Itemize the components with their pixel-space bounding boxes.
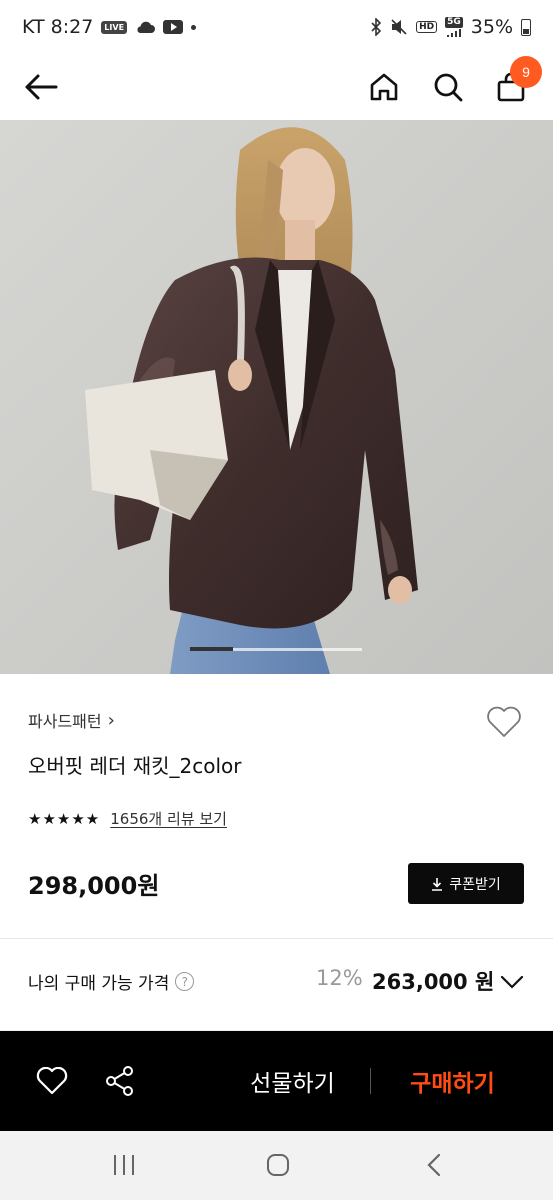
- heart-icon: [487, 706, 521, 737]
- share-icon: [106, 1066, 133, 1096]
- wishlist-button[interactable]: [484, 702, 524, 742]
- product-price: 298,000원: [28, 872, 160, 900]
- bluetooth-icon: [370, 18, 382, 36]
- chevron-down-icon: [500, 975, 524, 989]
- discount-rate: 12%: [316, 966, 363, 990]
- notification-dot-icon: [191, 24, 197, 30]
- my-price-label: 나의 구매 가능 가격 ?: [28, 969, 195, 994]
- search-button[interactable]: [423, 62, 473, 112]
- product-photo: [0, 120, 553, 674]
- search-icon: [434, 73, 463, 102]
- status-bar: KT 8:27 LIVE HD 5G 35%: [0, 0, 553, 54]
- app-header: 9: [0, 54, 553, 120]
- my-price-value: 263,000 원: [372, 970, 495, 994]
- home-button[interactable]: [359, 62, 409, 112]
- divider: [0, 938, 553, 939]
- wishlist-bottom-button[interactable]: [32, 1061, 72, 1101]
- cart-count-badge: 9: [510, 56, 542, 88]
- recent-apps-icon: [114, 1155, 134, 1175]
- battery-icon: [521, 18, 531, 36]
- expand-price-button[interactable]: [498, 968, 526, 996]
- hd-voice-icon: HD: [416, 21, 438, 33]
- home-circle-icon: [267, 1154, 289, 1176]
- buy-button[interactable]: 구매하기: [390, 1051, 515, 1111]
- rating-row: ★★★★★ 1656개 리뷰 보기: [28, 808, 227, 829]
- back-button[interactable]: [16, 62, 66, 112]
- recent-apps-button[interactable]: [102, 1145, 146, 1185]
- product-title: 오버핏 레더 재킷_2color: [28, 754, 242, 778]
- coupon-button[interactable]: 쿠폰받기: [408, 863, 524, 904]
- carrier-time: KT 8:27: [22, 16, 94, 38]
- action-separator: [370, 1068, 371, 1094]
- gift-button[interactable]: 선물하기: [230, 1051, 355, 1111]
- battery-percent: 35%: [470, 16, 513, 38]
- chevron-left-icon: [427, 1153, 441, 1177]
- help-icon[interactable]: ?: [175, 972, 195, 991]
- chevron-right-icon: ›: [107, 709, 115, 731]
- cloud-icon: [135, 20, 156, 34]
- mute-icon: [390, 18, 408, 36]
- star-rating-icon: ★★★★★: [28, 809, 101, 828]
- signal-5g-icon: 5G: [445, 17, 463, 37]
- brand-link[interactable]: 파사드패턴 ›: [28, 708, 115, 732]
- arrow-left-icon: [25, 74, 58, 100]
- system-nav-bar: [0, 1131, 553, 1200]
- status-left: KT 8:27 LIVE: [22, 16, 197, 38]
- youtube-icon: [163, 20, 184, 34]
- review-link[interactable]: 1656개 리뷰 보기: [110, 808, 227, 829]
- coupon-label: 쿠폰받기: [449, 876, 501, 893]
- purchase-action-bar: 선물하기 구매하기: [0, 1031, 553, 1131]
- system-back-button[interactable]: [412, 1145, 456, 1185]
- download-icon: [432, 877, 443, 891]
- carousel-progress: [190, 647, 233, 651]
- system-home-button[interactable]: [256, 1145, 300, 1185]
- my-price-label-text: 나의 구매 가능 가격: [28, 974, 170, 994]
- network-type-label: 5G: [445, 17, 463, 28]
- heart-icon: [36, 1067, 68, 1095]
- status-right: HD 5G 35%: [370, 16, 531, 38]
- home-icon: [370, 73, 398, 101]
- live-icon: LIVE: [101, 20, 128, 34]
- share-button[interactable]: [100, 1061, 140, 1101]
- product-image-carousel[interactable]: [0, 120, 553, 674]
- cart-button[interactable]: 9: [486, 56, 542, 112]
- brand-name: 파사드패턴: [28, 712, 102, 731]
